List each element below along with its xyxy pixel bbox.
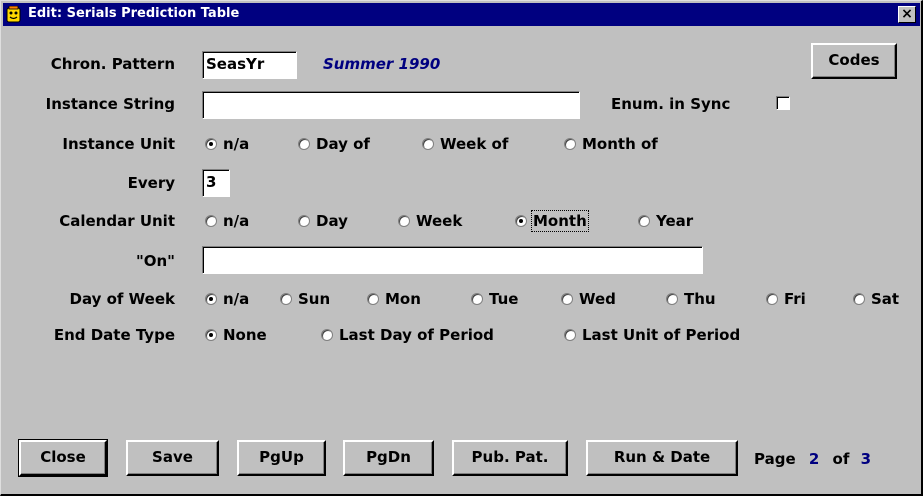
radio-label: n/a [223,290,250,308]
every-label: Every [127,174,175,192]
radio-icon [853,293,865,305]
day-of-week-thu-radio[interactable]: Thu [666,290,716,308]
of-label: of [832,450,850,468]
day-of-week-fri-radio[interactable]: Fri [766,290,806,308]
day-of-week-tue-radio[interactable]: Tue [471,290,518,308]
radio-icon [561,293,573,305]
app-icon [6,6,21,23]
radio-icon [367,293,379,305]
radio-icon [205,215,217,227]
day-of-week-wed-radio[interactable]: Wed [561,290,616,308]
current-page: 2 [808,450,820,468]
close-button[interactable]: Close [18,439,108,477]
enum-in-sync-label: Enum. in Sync [611,95,731,113]
radio-label: Week of [440,135,509,153]
codes-button[interactable]: Codes [811,43,897,79]
radio-icon [280,293,292,305]
radio-label: Month [531,210,589,232]
on-input[interactable] [202,246,703,274]
radio-icon [666,293,678,305]
radio-selected-icon [205,138,217,150]
close-icon[interactable]: × [898,6,916,23]
radio-selected-icon [205,293,217,305]
radio-label: n/a [223,212,250,230]
page-up-button[interactable]: PgUp [237,440,326,476]
radio-label: Mon [385,290,421,308]
instance-unit-month-of-radio[interactable]: Month of [564,135,658,153]
radio-icon [638,215,650,227]
total-pages: 3 [860,450,872,468]
on-label: "On" [135,252,175,270]
radio-icon [471,293,483,305]
radio-selected-icon [515,215,527,227]
radio-label: None [223,326,267,344]
radio-label: Thu [684,290,716,308]
pub-pat-button[interactable]: Pub. Pat. [452,440,568,476]
radio-icon [298,138,310,150]
calendar-unit-na-radio[interactable]: n/a [205,212,249,230]
radio-icon [298,215,310,227]
calendar-unit-week-radio[interactable]: Week [398,212,462,230]
radio-label: Sun [298,290,331,308]
end-date-type-label: End Date Type [53,326,175,344]
page-down-button[interactable]: PgDn [343,440,434,476]
every-input[interactable]: 3 [202,169,230,197]
calendar-unit-label: Calendar Unit [59,212,175,230]
radio-label: Year [656,212,694,230]
radio-label: Last Unit of Period [582,326,741,344]
radio-icon [564,138,576,150]
radio-icon [398,215,410,227]
instance-unit-na-radio[interactable]: n/a [205,135,249,153]
radio-label: Sat [871,290,900,308]
chron-pattern-input[interactable]: SeasYr [202,51,297,79]
instance-unit-week-of-radio[interactable]: Week of [422,135,508,153]
radio-label: n/a [223,135,250,153]
day-of-week-sun-radio[interactable]: Sun [280,290,330,308]
dialog-window: Edit: Serials Prediction Table × Chron. … [0,0,923,496]
window-title: Edit: Serials Prediction Table [28,6,240,21]
radio-label: Last Day of Period [339,326,494,344]
day-of-week-label: Day of Week [69,290,176,308]
radio-icon [564,329,576,341]
page-label: Page [754,450,796,468]
calendar-unit-month-radio[interactable]: Month [515,210,589,232]
radio-label: Month of [582,135,658,153]
calendar-unit-day-radio[interactable]: Day [298,212,348,230]
radio-label: Wed [579,290,616,308]
radio-icon [766,293,778,305]
pager: Page 2 of 3 [754,450,871,468]
radio-label: Day [316,212,348,230]
chron-pattern-example: Summer 1990 [323,55,441,73]
radio-selected-icon [205,329,217,341]
day-of-week-mon-radio[interactable]: Mon [367,290,421,308]
radio-label: Fri [784,290,806,308]
instance-unit-day-of-radio[interactable]: Day of [298,135,370,153]
end-date-last-unit-radio[interactable]: Last Unit of Period [564,326,740,344]
instance-string-label: Instance String [45,95,175,113]
instance-string-input[interactable] [202,91,580,119]
enum-in-sync-checkbox[interactable] [776,96,790,110]
instance-unit-label: Instance Unit [62,135,175,153]
radio-label: Week [416,212,463,230]
radio-label: Tue [489,290,519,308]
end-date-last-day-radio[interactable]: Last Day of Period [321,326,494,344]
save-button[interactable]: Save [126,440,219,476]
run-date-button[interactable]: Run & Date [586,440,738,476]
calendar-unit-year-radio[interactable]: Year [638,212,693,230]
radio-label: Day of [316,135,370,153]
day-of-week-sat-radio[interactable]: Sat [853,290,899,308]
day-of-week-na-radio[interactable]: n/a [205,290,249,308]
end-date-none-radio[interactable]: None [205,326,267,344]
title-bar[interactable]: Edit: Serials Prediction Table × [3,3,920,26]
radio-icon [321,329,333,341]
radio-icon [422,138,434,150]
chron-pattern-label: Chron. Pattern [50,55,175,73]
